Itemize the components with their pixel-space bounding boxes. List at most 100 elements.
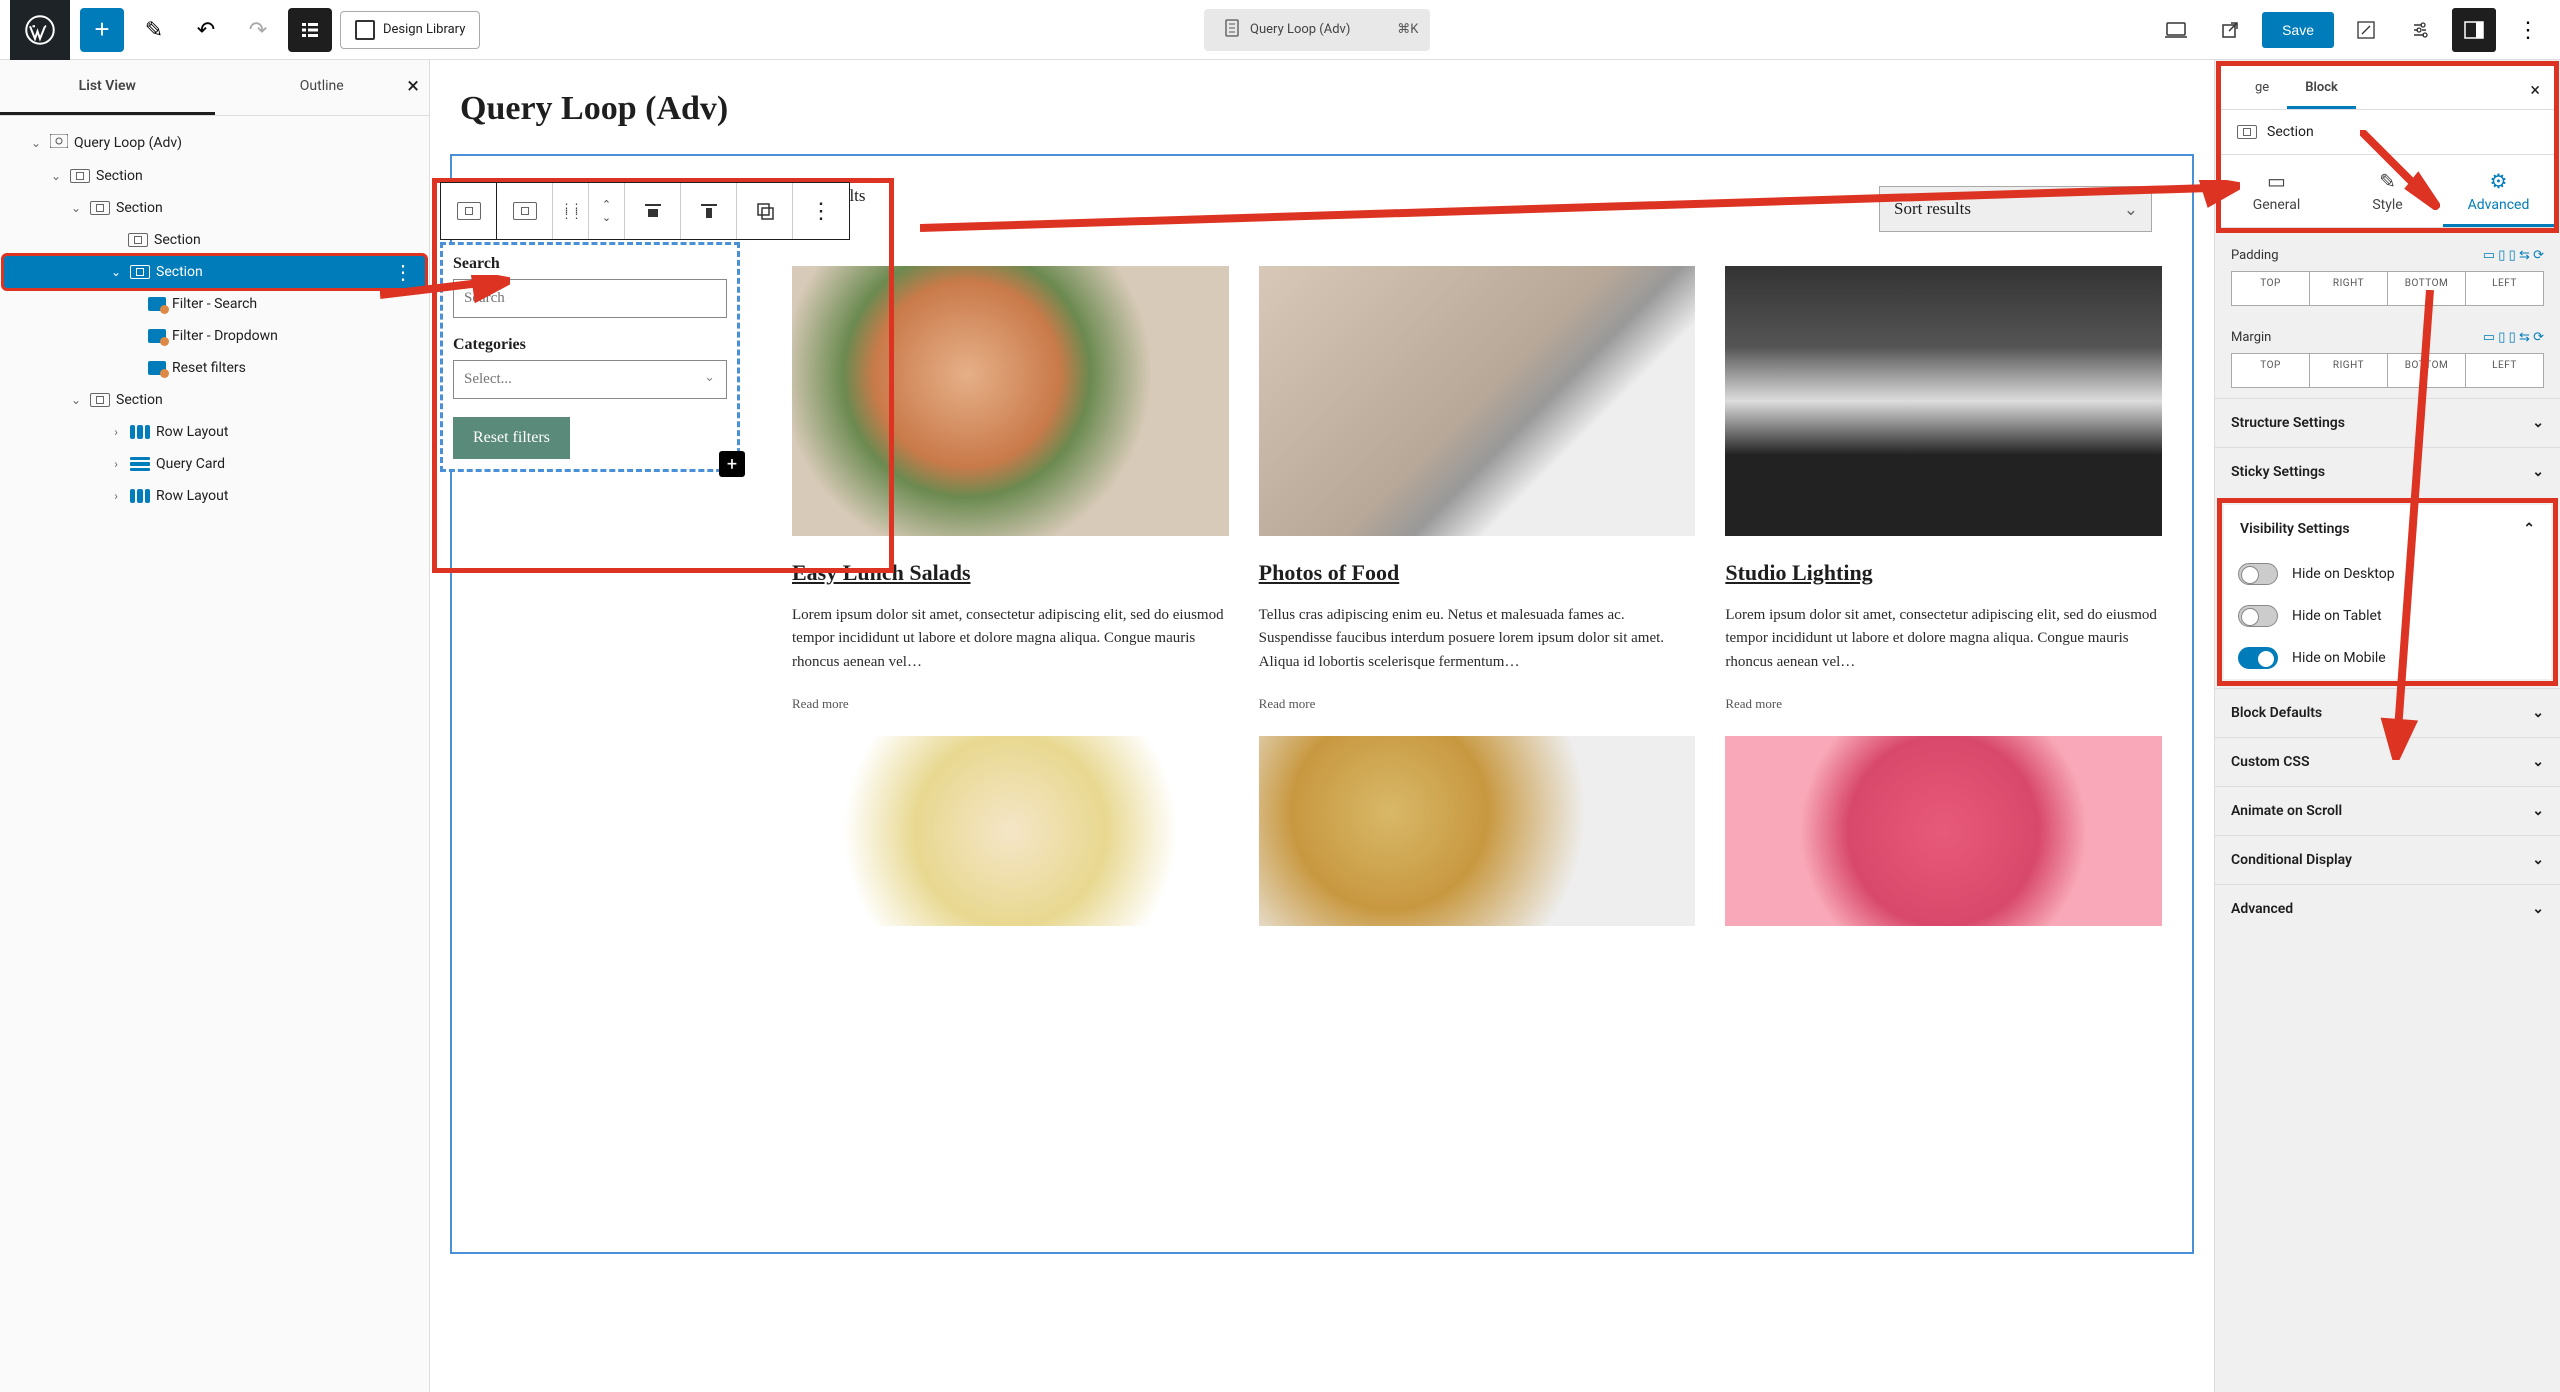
- add-block-inline-button[interactable]: +: [719, 451, 745, 477]
- read-more-link[interactable]: Read more: [1725, 696, 2162, 712]
- design-library-button[interactable]: Design Library: [340, 11, 480, 49]
- margin-top-input[interactable]: TOP: [2231, 353, 2310, 388]
- tree-row-filter-dropdown[interactable]: Filter - Dropdown: [4, 320, 425, 352]
- device-preview-icon[interactable]: [2154, 8, 2198, 52]
- drag-handle-icon[interactable]: ⋮⋮⋮⋮: [553, 183, 589, 239]
- hide-mobile-toggle[interactable]: [2238, 647, 2278, 669]
- padding-label: Padding: [2231, 248, 2279, 263]
- tree-label: Row Layout: [156, 488, 228, 504]
- categories-select[interactable]: [453, 360, 727, 399]
- template-edit-icon[interactable]: [2344, 8, 2388, 52]
- card-title[interactable]: Photos of Food: [1259, 560, 1696, 586]
- tab-list-view[interactable]: List View: [0, 60, 215, 115]
- structure-settings-section[interactable]: Structure Settings⌄: [2215, 398, 2560, 447]
- edit-icon[interactable]: ✎: [132, 8, 176, 52]
- more-options-icon[interactable]: ⋮: [2506, 8, 2550, 52]
- conditional-display-section[interactable]: Conditional Display⌄: [2215, 835, 2560, 884]
- hide-desktop-row: Hide on Desktop: [2224, 553, 2551, 595]
- tree-row-section[interactable]: ⌄ Section: [4, 384, 425, 416]
- subtab-style[interactable]: ✎ Style: [2332, 155, 2443, 227]
- wordpress-logo-icon[interactable]: [10, 0, 70, 60]
- sticky-settings-section[interactable]: Sticky Settings⌄: [2215, 447, 2560, 496]
- block-type-button[interactable]: [497, 183, 553, 239]
- page-title-pill[interactable]: Query Loop (Adv) ⌘K: [1204, 9, 1430, 51]
- padding-top-input[interactable]: TOP: [2231, 271, 2310, 306]
- close-sidebar-icon[interactable]: ×: [407, 74, 419, 99]
- caret-down-icon: ⌄: [68, 393, 84, 407]
- settings-toggle-icon[interactable]: [2398, 8, 2442, 52]
- margin-inputs: TOP RIGHT BOTTOM LEFT: [2231, 353, 2544, 388]
- margin-right-input[interactable]: RIGHT: [2309, 353, 2388, 388]
- tree-row-row-layout[interactable]: › Row Layout: [4, 416, 425, 448]
- subtab-advanced[interactable]: ⚙ Advanced: [2443, 155, 2554, 227]
- page-heading[interactable]: Query Loop (Adv): [460, 90, 2194, 128]
- card-image: [1725, 736, 2162, 926]
- tree-row-reset-filters[interactable]: Reset filters: [4, 352, 425, 384]
- add-block-button[interactable]: +: [80, 8, 124, 52]
- hide-tablet-toggle[interactable]: [2238, 605, 2278, 627]
- responsive-icons[interactable]: ▭ ▯ ▯ ⇆ ⟳: [2483, 248, 2544, 263]
- query-card[interactable]: Easy Lunch Salads Lorem ipsum dolor sit …: [792, 266, 1229, 712]
- tree-row-section[interactable]: Section: [4, 224, 425, 256]
- padding-right-input[interactable]: RIGHT: [2309, 271, 2388, 306]
- sidebar-toggle-icon[interactable]: [2452, 8, 2496, 52]
- save-button[interactable]: Save: [2262, 12, 2334, 48]
- close-settings-icon[interactable]: ×: [2530, 80, 2540, 101]
- tree-row-filter-search[interactable]: Filter - Search: [4, 288, 425, 320]
- tree-row-root[interactable]: ⌄ Query Loop (Adv): [4, 126, 425, 160]
- padding-inputs: TOP RIGHT BOTTOM LEFT: [2231, 271, 2544, 306]
- categories-filter-group: Categories ⌄: [453, 336, 727, 399]
- block-defaults-section[interactable]: Block Defaults⌄: [2215, 688, 2560, 737]
- redo-icon[interactable]: ↷: [236, 8, 280, 52]
- advanced-section[interactable]: Advanced⌄: [2215, 884, 2560, 933]
- caret-down-icon: ⌄: [68, 201, 84, 215]
- read-more-link[interactable]: Read more: [792, 696, 1229, 712]
- card-title[interactable]: Studio Lighting: [1725, 560, 2162, 586]
- margin-label: Margin: [2231, 330, 2271, 345]
- undo-icon[interactable]: ↶: [184, 8, 228, 52]
- external-link-icon[interactable]: [2208, 8, 2252, 52]
- responsive-icons[interactable]: ▭ ▯ ▯ ⇆ ⟳: [2483, 330, 2544, 345]
- tab-page[interactable]: ge: [2229, 66, 2287, 109]
- search-filter-group: Search: [453, 255, 727, 318]
- custom-css-section[interactable]: Custom CSS⌄: [2215, 737, 2560, 786]
- padding-bottom-input[interactable]: BOTTOM: [2387, 271, 2466, 306]
- section-icon: [128, 233, 148, 247]
- vertical-align-button[interactable]: [681, 183, 737, 239]
- animate-scroll-section[interactable]: Animate on Scroll⌄: [2215, 786, 2560, 835]
- reset-filters-button[interactable]: Reset filters: [453, 417, 570, 459]
- hide-desktop-toggle[interactable]: [2238, 563, 2278, 585]
- more-options-icon[interactable]: ⋮: [793, 183, 849, 239]
- search-input[interactable]: [453, 279, 727, 318]
- list-view-icon[interactable]: [288, 8, 332, 52]
- tree-label: Row Layout: [156, 424, 228, 440]
- card-image: [792, 266, 1229, 536]
- card-title[interactable]: Easy Lunch Salads: [792, 560, 1229, 586]
- margin-bottom-input[interactable]: BOTTOM: [2387, 353, 2466, 388]
- move-arrows[interactable]: ⌃⌄: [589, 183, 625, 239]
- margin-left-input[interactable]: LEFT: [2465, 353, 2544, 388]
- editor-canvas[interactable]: Query Loop (Adv) ⋮⋮⋮⋮ ⌃⌄ ⋮ Search Catego…: [430, 60, 2214, 1392]
- settings-scroll[interactable]: Padding ▭ ▯ ▯ ⇆ ⟳ TOP RIGHT BOTTOM LEFT …: [2215, 234, 2560, 1392]
- filter-panel-block[interactable]: Search Categories ⌄ Reset filters +: [440, 242, 740, 472]
- filter-icon: [148, 329, 166, 343]
- read-more-link[interactable]: Read more: [1259, 696, 1696, 712]
- tree-row-section-selected[interactable]: ⌄ Section: [4, 256, 425, 288]
- parent-block-button[interactable]: [441, 183, 497, 239]
- query-card[interactable]: Photos of Food Tellus cras adipiscing en…: [1259, 266, 1696, 712]
- tree-row-query-card[interactable]: › Query Card: [4, 448, 425, 480]
- toolbar-left-group: + ✎ ↶ ↷ Design Library: [80, 8, 480, 52]
- tab-outline[interactable]: Outline: [215, 60, 430, 115]
- query-card[interactable]: Studio Lighting Lorem ipsum dolor sit am…: [1725, 266, 2162, 712]
- tree-row-section[interactable]: ⌄ Section: [4, 160, 425, 192]
- subtab-general[interactable]: ▭ General: [2221, 155, 2332, 227]
- tab-block[interactable]: Block: [2287, 66, 2356, 109]
- tree-row-section[interactable]: ⌄ Section: [4, 192, 425, 224]
- align-button[interactable]: [625, 183, 681, 239]
- copy-style-button[interactable]: [737, 183, 793, 239]
- section-icon: [130, 265, 150, 279]
- tree-row-row-layout[interactable]: › Row Layout: [4, 480, 425, 512]
- sort-select[interactable]: Sort results: [1879, 186, 2152, 232]
- visibility-settings-section[interactable]: Visibility Settings⌃: [2224, 505, 2551, 553]
- padding-left-input[interactable]: LEFT: [2465, 271, 2544, 306]
